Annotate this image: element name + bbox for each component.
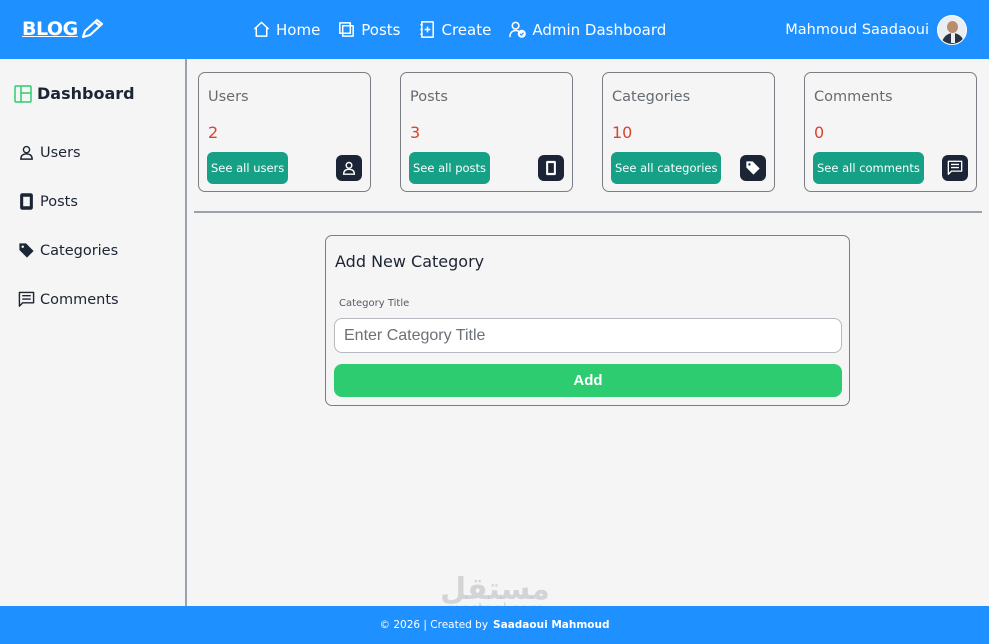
see-all-categories-button[interactable]: See all categories	[611, 152, 722, 184]
card-count: 0	[814, 123, 825, 142]
document-icon	[538, 155, 564, 181]
nav-home-label: Home	[276, 20, 321, 39]
sidebar-item-label: Categories	[40, 242, 119, 259]
admin-icon	[509, 21, 527, 38]
tag-icon	[19, 243, 34, 258]
nav-create-label: Create	[441, 20, 492, 39]
user-icon	[20, 145, 33, 160]
see-all-comments-button[interactable]: See all comments	[813, 152, 924, 184]
category-title-input[interactable]	[334, 318, 842, 353]
card-title: Posts	[410, 89, 448, 105]
category-title-label: Category Title	[339, 298, 410, 309]
nav-posts-label: Posts	[361, 20, 401, 39]
user-icon	[336, 155, 362, 181]
main-nav: Home Posts Create Admin Dashboard	[252, 20, 666, 39]
home-icon	[253, 21, 270, 37]
card-categories: Categories 10 See all categories	[602, 72, 775, 192]
see-all-users-button[interactable]: See all users	[207, 152, 289, 184]
comment-icon	[942, 155, 968, 181]
footer-text: © 2026 | Created by	[379, 619, 489, 631]
avatar[interactable]	[937, 15, 967, 45]
dashboard-icon	[14, 84, 32, 103]
add-button[interactable]: Add	[334, 364, 842, 397]
tag-icon	[740, 155, 766, 181]
sidebar: Dashboard Users Posts Categories Comment…	[0, 59, 187, 606]
comment-icon	[18, 291, 35, 307]
pencil-icon	[81, 18, 103, 39]
see-all-posts-button[interactable]: See all posts	[409, 152, 491, 184]
card-count: 2	[208, 123, 219, 142]
create-icon	[419, 21, 434, 38]
sidebar-item-label: Posts	[40, 193, 78, 210]
blog-logo[interactable]: BLOG	[22, 18, 106, 40]
sidebar-item-posts[interactable]: Posts	[18, 193, 78, 210]
sidebar-title[interactable]: Dashboard	[14, 84, 135, 103]
top-navbar: BLOG Home Posts Create Admin Dashboard M…	[0, 0, 989, 59]
user-name: Mahmoud Saadaoui	[785, 22, 929, 38]
nav-home[interactable]: Home	[252, 20, 320, 39]
card-title: Comments	[814, 89, 893, 105]
divider	[194, 211, 982, 213]
card-users: Users 2 See all users	[198, 72, 371, 192]
sidebar-item-categories[interactable]: Categories	[18, 242, 118, 259]
logo-text: BLOG	[22, 18, 78, 40]
nav-admin-dashboard[interactable]: Admin Dashboard	[508, 20, 666, 39]
nav-posts[interactable]: Posts	[337, 20, 401, 39]
nav-create[interactable]: Create	[418, 20, 492, 39]
form-title: Add New Category	[335, 252, 485, 271]
card-posts: Posts 3 See all posts	[400, 72, 573, 192]
footer-author: Saadaoui Mahmoud	[493, 619, 610, 631]
card-count: 10	[612, 123, 633, 142]
sidebar-item-label: Users	[40, 144, 81, 161]
sidebar-title-label: Dashboard	[37, 84, 135, 103]
posts-icon	[339, 22, 355, 37]
user-menu[interactable]: Mahmoud Saadaoui	[785, 15, 967, 45]
nav-admin-label: Admin Dashboard	[532, 20, 667, 39]
document-icon	[20, 193, 33, 210]
add-category-form: Add New Category Category Title Add	[325, 235, 850, 406]
sidebar-item-label: Comments	[40, 291, 119, 308]
sidebar-item-comments[interactable]: Comments	[18, 291, 119, 308]
card-title: Users	[208, 89, 249, 105]
footer: © 2026 | Created by Saadaoui Mahmoud	[0, 606, 989, 644]
card-comments: Comments 0 See all comments	[804, 72, 977, 192]
sidebar-item-users[interactable]: Users	[18, 144, 81, 161]
card-count: 3	[410, 123, 421, 142]
card-title: Categories	[612, 89, 691, 105]
